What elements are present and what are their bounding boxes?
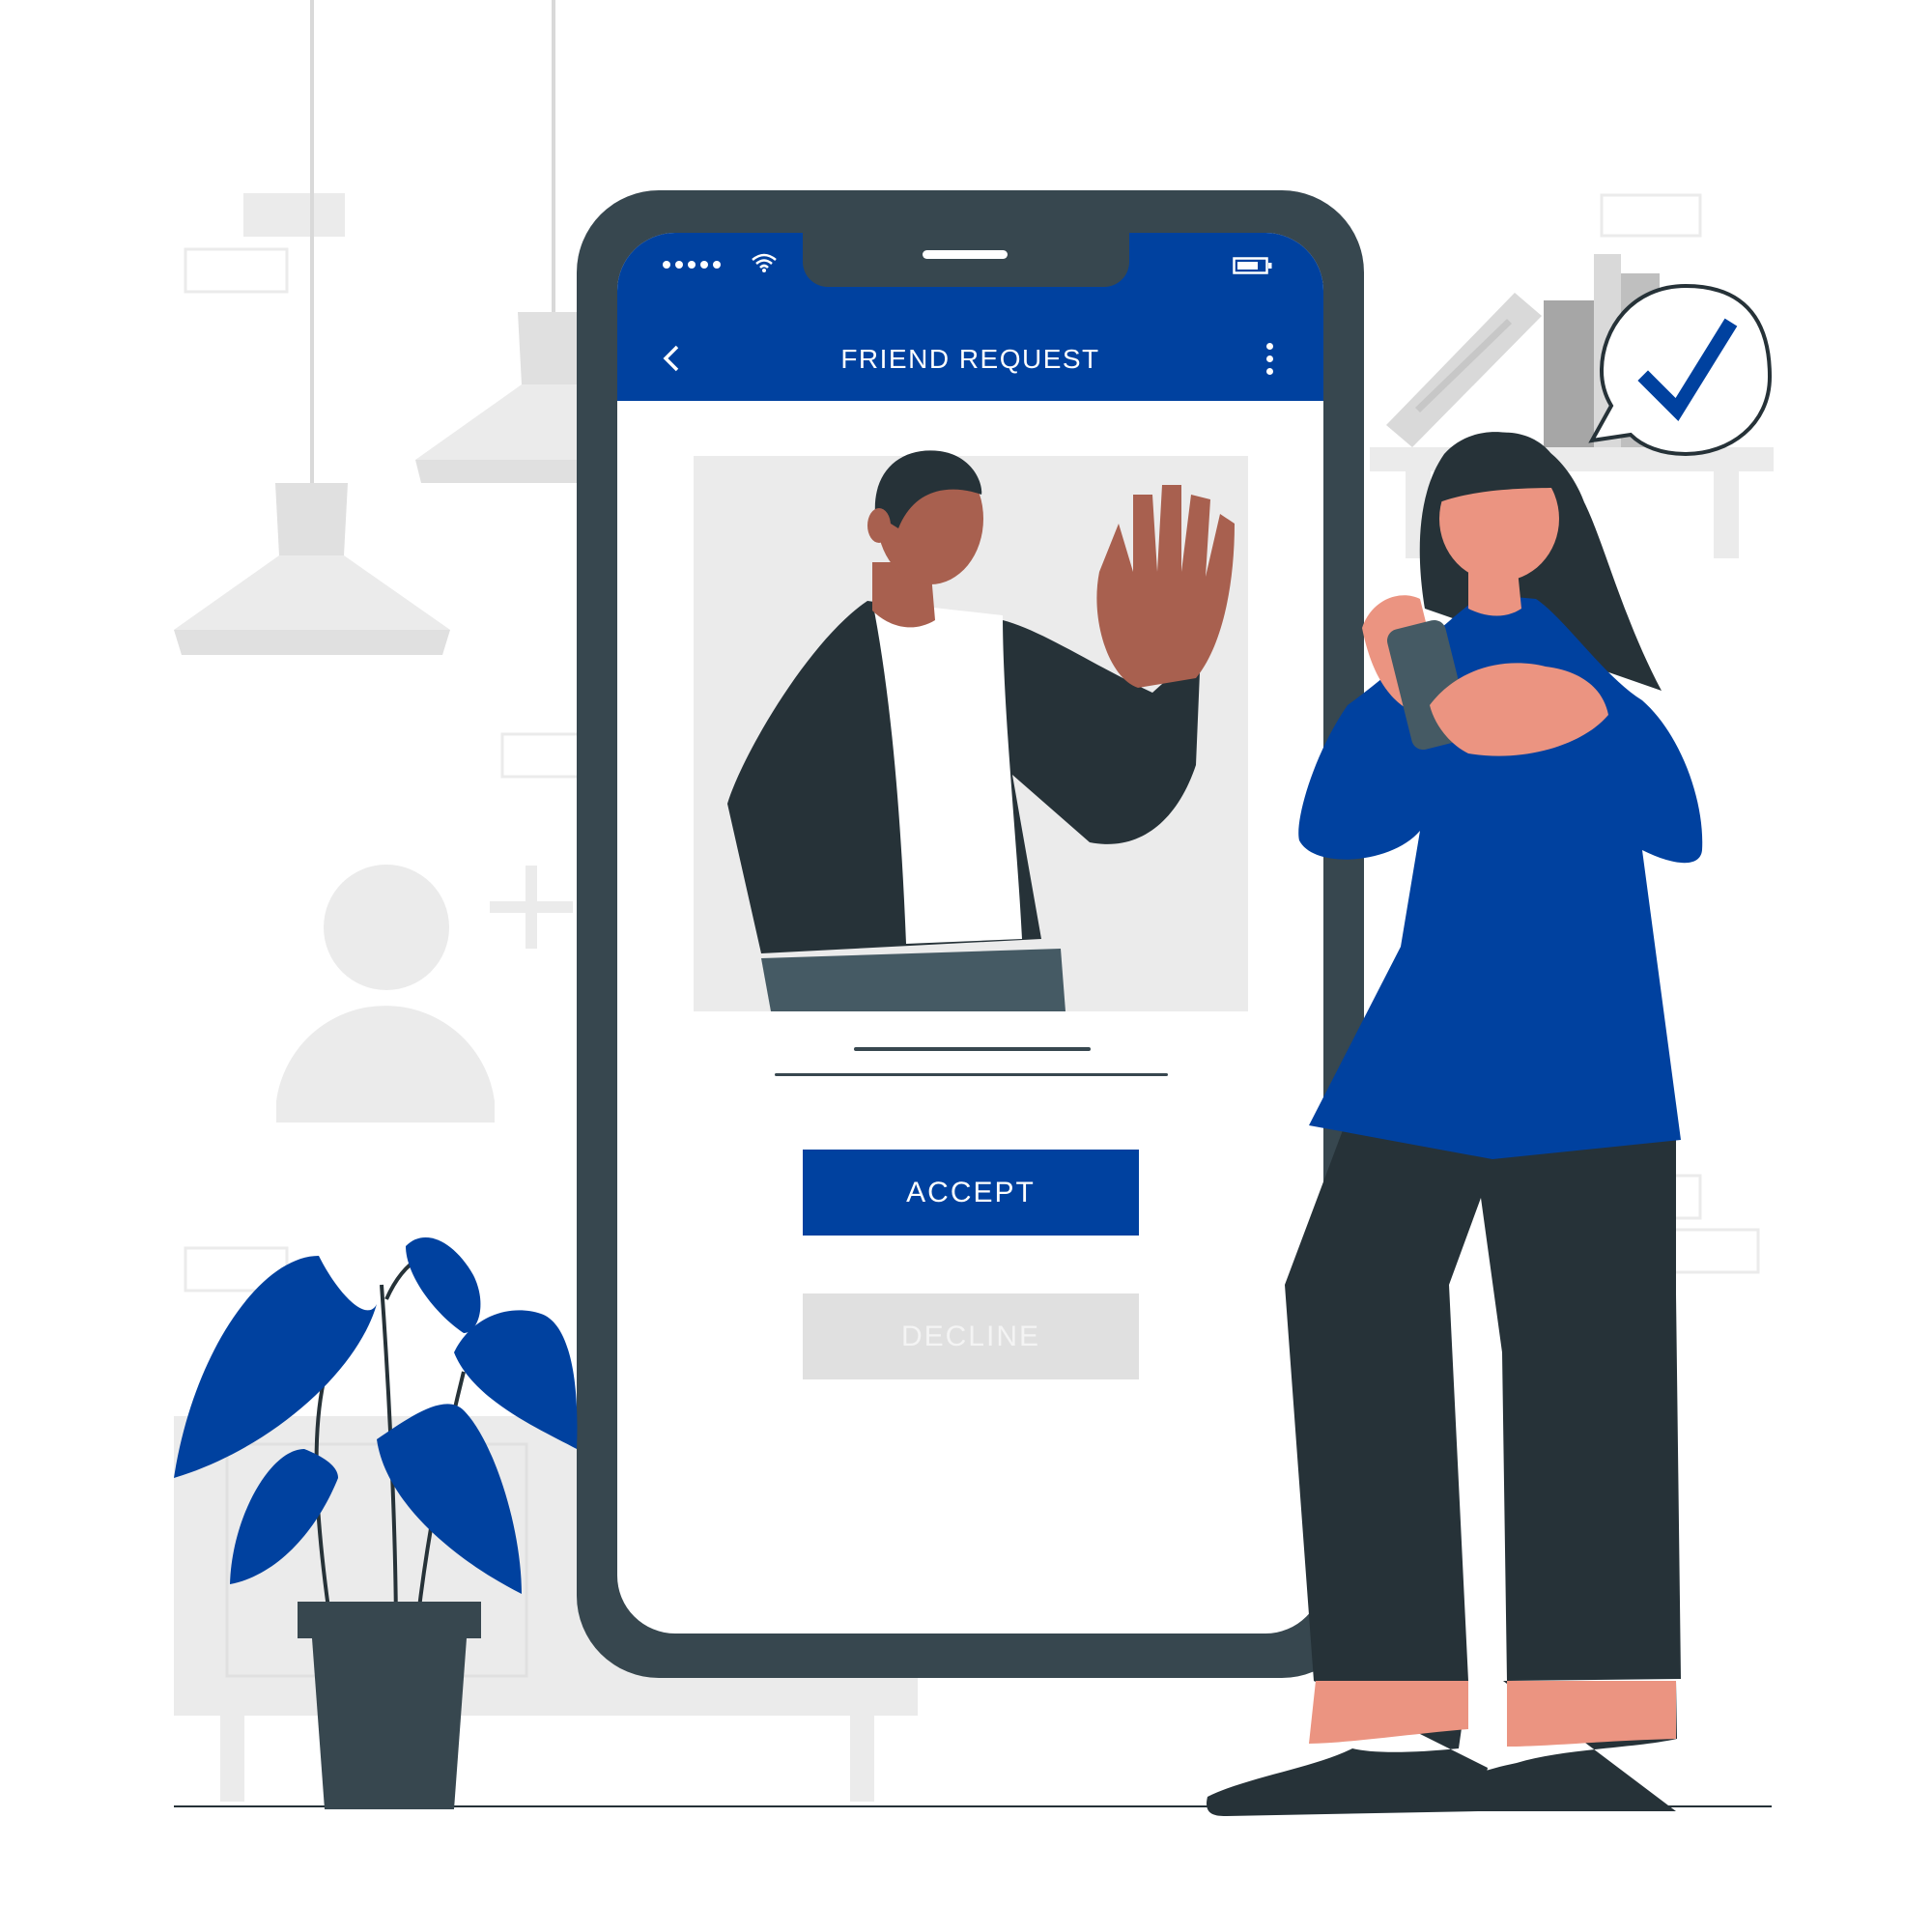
- plant-leaf: [377, 1404, 522, 1594]
- plant-pot-rim: [298, 1602, 481, 1638]
- woman-pants: [1285, 1130, 1681, 1681]
- plant-leaf: [174, 1256, 377, 1478]
- plant-pot: [312, 1638, 467, 1809]
- foreground-illustration: [174, 432, 1703, 1816]
- plant-leaf: [406, 1237, 481, 1333]
